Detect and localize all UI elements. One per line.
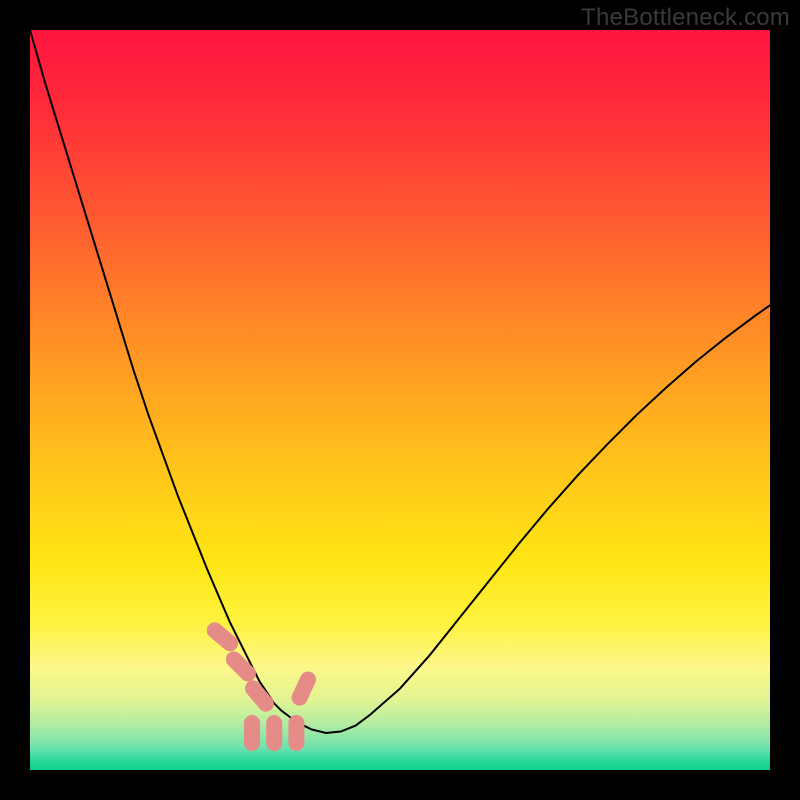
plot-area (30, 30, 770, 770)
marker-capsule (288, 715, 304, 751)
gradient-background (30, 30, 770, 770)
chart-container: TheBottleneck.com (0, 0, 800, 800)
marker-capsule (244, 715, 260, 751)
chart-svg (30, 30, 770, 770)
watermark-text: TheBottleneck.com (581, 4, 790, 32)
marker-capsule (266, 715, 282, 751)
